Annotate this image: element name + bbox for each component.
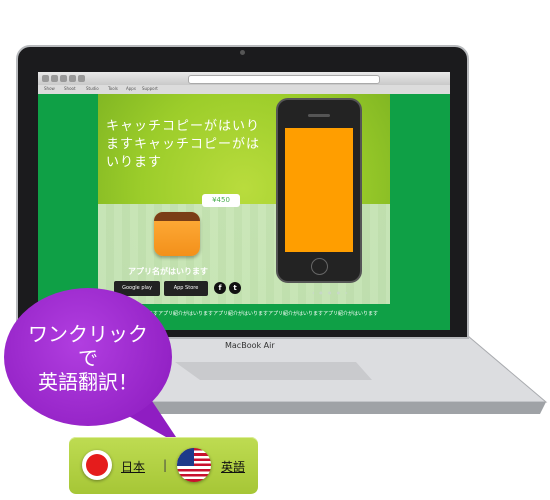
separator: | xyxy=(163,458,168,472)
bubble-line-3: 英語翻訳！ xyxy=(38,370,138,394)
english-link[interactable]: 英語 xyxy=(221,458,245,475)
us-flag-icon[interactable] xyxy=(177,448,211,482)
japanese-link[interactable]: 日本 xyxy=(121,458,145,475)
bubble-line-1: ワンクリック xyxy=(28,322,148,346)
bubble-line-2: で xyxy=(78,346,98,370)
language-switcher: 日本 | 英語 xyxy=(69,437,258,494)
japan-flag-icon[interactable] xyxy=(82,450,112,480)
speech-bubble: ワンクリック で 英語翻訳！ xyxy=(4,288,172,426)
